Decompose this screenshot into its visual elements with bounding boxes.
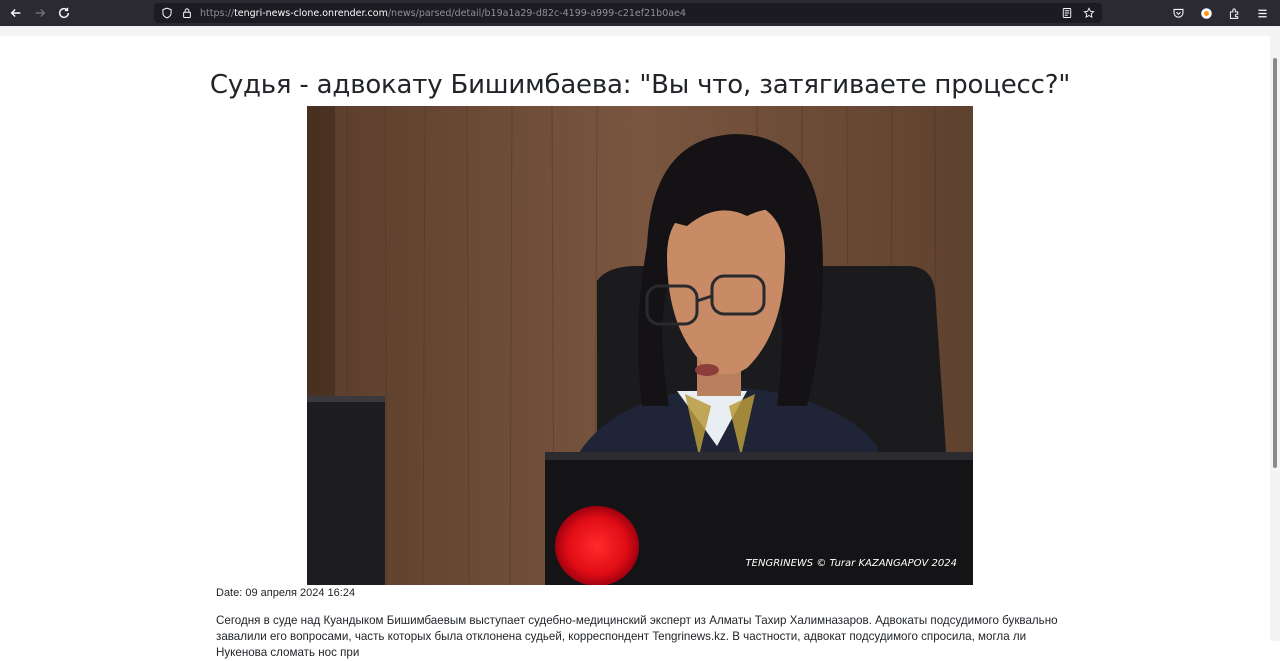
bookmark-star-icon[interactable] xyxy=(1082,6,1096,20)
pocket-icon[interactable] xyxy=(1170,5,1186,21)
extensions-icon[interactable] xyxy=(1226,5,1242,21)
back-arrow-icon[interactable] xyxy=(4,1,28,25)
scrollbar[interactable] xyxy=(1270,26,1280,641)
forward-arrow-icon[interactable] xyxy=(28,1,52,25)
browser-toolbar: https://tengri-news-clone.onrender.com/n… xyxy=(0,0,1280,26)
reload-icon[interactable] xyxy=(52,1,76,25)
article-body: Сегодня в суде над Куандыком Бишимбаевым… xyxy=(216,614,1058,659)
scrollbar-thumb[interactable] xyxy=(1273,58,1277,468)
shield-icon[interactable] xyxy=(160,6,174,20)
photo-credit: TENGRINEWS © Turar KAZANGAPOV 2024 xyxy=(746,558,957,569)
article-photo: TENGRINEWS © Turar KAZANGAPOV 2024 xyxy=(307,106,973,585)
article-title: Судья - адвокату Бишимбаева: "Вы что, за… xyxy=(209,70,1071,100)
menu-icon[interactable] xyxy=(1254,5,1270,21)
url-prefix: https:// xyxy=(200,7,235,19)
lock-icon[interactable] xyxy=(180,6,194,20)
address-bar[interactable]: https://tengri-news-clone.onrender.com/n… xyxy=(154,3,1102,23)
url-host: tengri-news-clone.onrender.com xyxy=(234,7,388,19)
url-text[interactable]: https://tengri-news-clone.onrender.com/n… xyxy=(200,8,686,19)
article-date: Date: 09 апреля 2024 16:24 xyxy=(216,587,356,599)
url-path: /news/parsed/detail/b19a1a29-d82c-4199-a… xyxy=(387,7,686,19)
page-top-stripe xyxy=(0,26,1270,36)
reader-view-icon[interactable] xyxy=(1060,6,1074,20)
account-icon[interactable] xyxy=(1198,5,1214,21)
court-photo-illustration: TENGRINEWS © Turar KAZANGAPOV 2024 xyxy=(307,106,973,585)
